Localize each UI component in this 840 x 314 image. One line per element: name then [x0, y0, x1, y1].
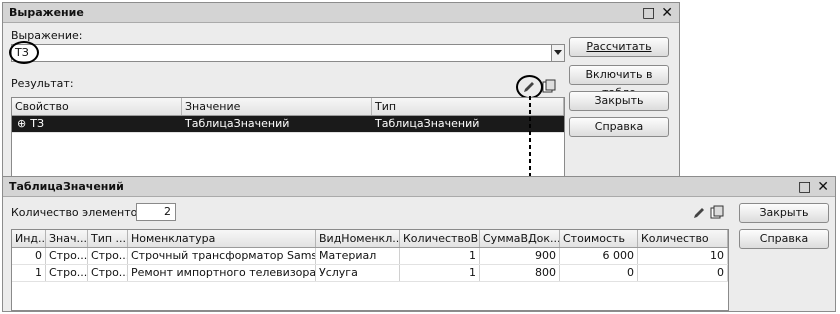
- result-label: Результат:: [11, 77, 74, 90]
- expression-input[interactable]: ТЗ: [11, 44, 565, 62]
- expression-dropdown-button[interactable]: [551, 44, 565, 62]
- close-button[interactable]: Закрыть: [739, 203, 829, 223]
- element-count-field: 2: [136, 203, 176, 221]
- column-header-quantity-doc[interactable]: КоличествоВ...: [400, 230, 480, 247]
- column-header-type[interactable]: Тип ...: [88, 230, 128, 247]
- column-header-sum-doc[interactable]: СуммаВДок...: [480, 230, 560, 247]
- property-cell: ⊕ ТЗ: [12, 116, 182, 132]
- table-row[interactable]: 0 Стро... Стро... Строчный трансформатор…: [12, 248, 728, 265]
- column-header-nomenclature[interactable]: Номенклатура: [128, 230, 316, 247]
- close-icon[interactable]: ✕: [661, 3, 673, 23]
- dropdown-arrow-icon: [554, 50, 562, 55]
- column-header-index[interactable]: Инд...: [12, 230, 46, 247]
- expression-window-title: Выражение: [9, 6, 84, 19]
- down-arrow-icon: [526, 96, 534, 184]
- maximize-icon[interactable]: □: [642, 3, 655, 23]
- result-grid[interactable]: Свойство Значение Тип ⊕ ТЗ ТаблицаЗначени…: [11, 97, 565, 183]
- table-row[interactable]: ⊕ ТЗ ТаблицаЗначений ТаблицаЗначений: [12, 116, 564, 133]
- column-header-value[interactable]: Значение: [182, 98, 372, 115]
- value-table-title: ТаблицаЗначений: [9, 180, 124, 193]
- expand-icon[interactable]: ⊕: [17, 117, 26, 130]
- value-cell: ТаблицаЗначений: [182, 116, 372, 132]
- close-icon[interactable]: ✕: [817, 177, 829, 197]
- include-in-watch-button[interactable]: Включить в табло: [569, 65, 669, 99]
- column-header-property[interactable]: Свойство: [12, 98, 182, 115]
- table-row[interactable]: 1 Стро... Стро... Ремонт импортного теле…: [12, 265, 728, 282]
- value-table-titlebar: ТаблицаЗначений □ ✕: [3, 177, 835, 197]
- element-count-label: Количество элементов:: [11, 206, 148, 219]
- help-button[interactable]: Справка: [739, 229, 829, 249]
- result-grid-header: Свойство Значение Тип: [12, 98, 564, 116]
- column-header-quantity[interactable]: Количество: [638, 230, 728, 247]
- value-table-window: ТаблицаЗначений □ ✕ Количество элементов…: [2, 176, 836, 312]
- column-header-nomenclature-kind[interactable]: ВидНоменкл...: [316, 230, 400, 247]
- pencil-icon[interactable]: [691, 205, 707, 221]
- copy-icon[interactable]: [541, 79, 557, 95]
- maximize-icon[interactable]: □: [798, 177, 811, 197]
- value-table-grid[interactable]: Инд... Знач... Тип ... Номенклатура ВидН…: [11, 229, 729, 311]
- column-header-cost[interactable]: Стоимость: [560, 230, 638, 247]
- value-table-header: Инд... Знач... Тип ... Номенклатура ВидН…: [12, 230, 728, 248]
- expression-window-titlebar: Выражение □ ✕: [3, 3, 679, 23]
- calculate-button[interactable]: Рассчитать: [569, 37, 669, 57]
- close-button[interactable]: Закрыть: [569, 91, 669, 111]
- expression-highlight-ellipse: [9, 41, 39, 64]
- help-button[interactable]: Справка: [569, 117, 669, 137]
- expression-window: Выражение □ ✕ Выражение: ТЗ Результат: С…: [2, 2, 680, 183]
- column-header-value[interactable]: Знач...: [46, 230, 88, 247]
- copy-icon[interactable]: [709, 205, 725, 221]
